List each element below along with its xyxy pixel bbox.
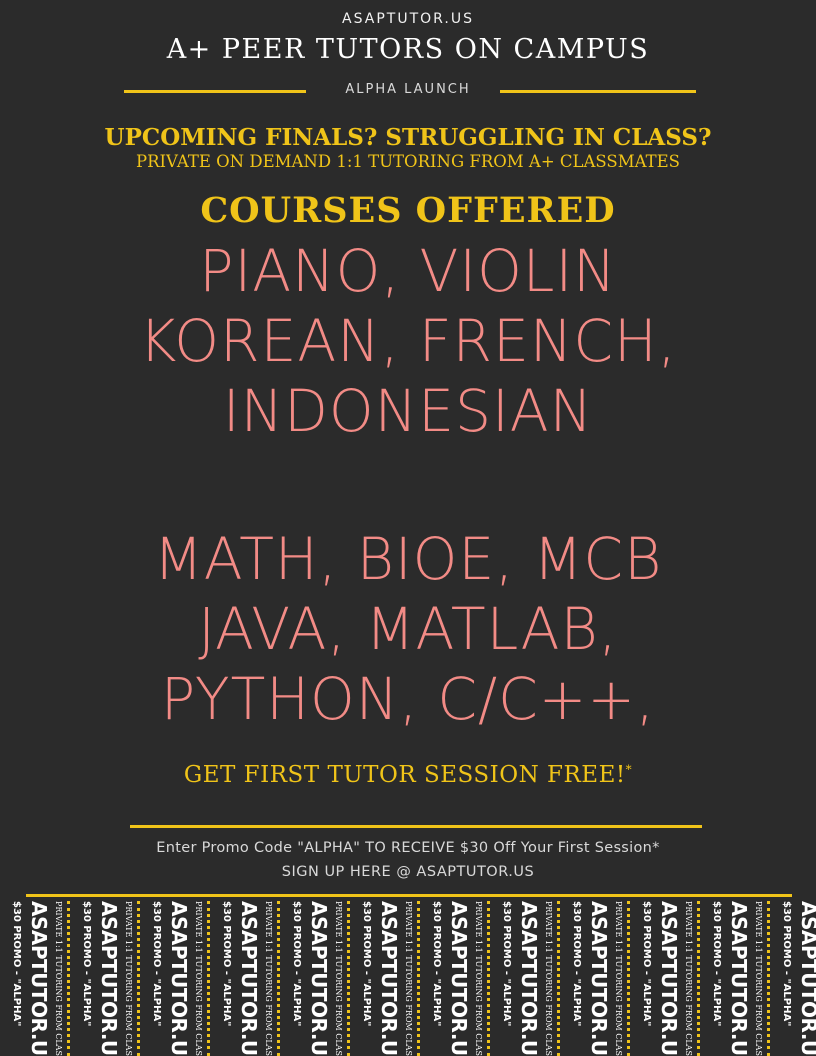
tear-off-tab[interactable]: PRIVATE 1:1 TUTORING FROM CLASSMATES ASA… [770,895,816,1056]
tab-promo: $30 PROMO - "ALPHA" [151,901,162,1027]
pitch-subline: PRIVATE ON DEMAND 1:1 TUTORING FROM A+ C… [135,152,680,171]
tear-off-tab[interactable]: PRIVATE 1:1 TUTORING FROM CLASSMATES ASA… [420,895,490,1056]
tab-tagline: PRIVATE 1:1 TUTORING FROM CLASSMATES [474,901,483,1056]
tear-off-tabs: PRIVATE 1:1 TUTORING FROM CLASSMATES ASA… [0,895,816,1056]
tear-off-tab[interactable]: PRIVATE 1:1 TUTORING FROM CLASSMATES ASA… [630,895,700,1056]
tab-text-group: PRIVATE 1:1 TUTORING FROM CLASSMATES ASA… [700,895,766,1056]
tab-promo: $30 PROMO - "ALPHA" [641,901,652,1027]
tab-promo: $30 PROMO - "ALPHA" [781,901,792,1027]
tab-site: ASAPTUTOR.US [377,901,401,1056]
tear-off-tab[interactable]: PRIVATE 1:1 TUTORING FROM CLASSMATES ASA… [700,895,770,1056]
tab-text-group: PRIVATE 1:1 TUTORING FROM CLASSMATES ASA… [490,895,556,1056]
tab-site: ASAPTUTOR.US [307,901,331,1056]
tear-off-tab[interactable]: PRIVATE 1:1 TUTORING FROM CLASSMATES ASA… [280,895,350,1056]
tab-tagline: PRIVATE 1:1 TUTORING FROM CLASSMATES [54,901,63,1056]
tab-site: ASAPTUTOR.US [657,901,681,1056]
tab-site: ASAPTUTOR.US [587,901,611,1056]
free-session-callout: GET FIRST TUTOR SESSION FREE!* [0,762,816,788]
tab-text-group: PRIVATE 1:1 TUTORING FROM CLASSMATES ASA… [420,895,486,1056]
tab-text-group: PRIVATE 1:1 TUTORING FROM CLASSMATES ASA… [280,895,346,1056]
tab-tagline: PRIVATE 1:1 TUTORING FROM CLASSMATES [614,901,623,1056]
title-rule-right [500,90,696,93]
course-line-languages-2: INDONESIAN [222,377,594,445]
course-line-sciences: MATH, BIOE, MCB [153,525,663,593]
tear-off-tab[interactable]: PRIVATE 1:1 TUTORING FROM CLASSMATES ASA… [140,895,210,1056]
tab-site: ASAPTUTOR.US [797,901,816,1056]
tab-tagline: PRIVATE 1:1 TUTORING FROM CLASSMATES [194,901,203,1056]
tab-tagline: PRIVATE 1:1 TUTORING FROM CLASSMATES [264,901,273,1056]
tab-tagline: PRIVATE 1:1 TUTORING FROM CLASSMATES [544,901,553,1056]
tab-text-group: PRIVATE 1:1 TUTORING FROM CLASSMATES ASA… [350,895,416,1056]
courses-heading: COURSES OFFERED [200,190,616,231]
tear-off-tab[interactable]: PRIVATE 1:1 TUTORING FROM CLASSMATES ASA… [350,895,420,1056]
tab-site: ASAPTUTOR.US [237,901,261,1056]
site-name: ASAPTUTOR.US [342,11,474,27]
tab-promo: $30 PROMO - "ALPHA" [501,901,512,1027]
tear-off-tab[interactable]: PRIVATE 1:1 TUTORING FROM CLASSMATES ASA… [560,895,630,1056]
tab-text-group: PRIVATE 1:1 TUTORING FROM CLASSMATES ASA… [70,895,136,1056]
asterisk-mark: * [625,762,633,777]
tab-tagline: PRIVATE 1:1 TUTORING FROM CLASSMATES [684,901,693,1056]
tab-site: ASAPTUTOR.US [97,901,121,1056]
promo-rule [130,825,702,828]
tab-site: ASAPTUTOR.US [447,901,471,1056]
tab-text-group: PRIVATE 1:1 TUTORING FROM CLASSMATES ASA… [630,895,696,1056]
tab-text-group: PRIVATE 1:1 TUTORING FROM CLASSMATES ASA… [560,895,626,1056]
tab-site: ASAPTUTOR.US [27,901,51,1056]
tab-promo: $30 PROMO - "ALPHA" [81,901,92,1027]
promo-code-text: Enter Promo Code "ALPHA" TO RECEIVE $30 … [156,840,660,856]
tab-promo: $30 PROMO - "ALPHA" [571,901,582,1027]
tab-text-group: PRIVATE 1:1 TUTORING FROM CLASSMATES ASA… [770,895,816,1056]
page-title: A+ PEER TUTORS ON CAMPUS [166,34,650,65]
tab-tagline: PRIVATE 1:1 TUTORING FROM CLASSMATES [334,901,343,1056]
tab-site: ASAPTUTOR.US [167,901,191,1056]
tab-text-group: PRIVATE 1:1 TUTORING FROM CLASSMATES ASA… [140,895,206,1056]
tab-promo: $30 PROMO - "ALPHA" [11,901,22,1027]
tab-promo: $30 PROMO - "ALPHA" [291,901,302,1027]
tab-tagline: PRIVATE 1:1 TUTORING FROM CLASSMATES [404,901,413,1056]
tab-promo: $30 PROMO - "ALPHA" [711,901,722,1027]
free-session-text: GET FIRST TUTOR SESSION FREE! [183,762,626,788]
tear-off-tab[interactable]: PRIVATE 1:1 TUTORING FROM CLASSMATES ASA… [0,895,70,1056]
tear-off-tab[interactable]: PRIVATE 1:1 TUTORING FROM CLASSMATES ASA… [70,895,140,1056]
tear-off-tab[interactable]: PRIVATE 1:1 TUTORING FROM CLASSMATES ASA… [490,895,560,1056]
tab-site: ASAPTUTOR.US [727,901,751,1056]
course-line-music: PIANO, VIOLIN [199,237,617,305]
pitch-headline: UPCOMING FINALS? STRUGGLING IN CLASS? [104,124,712,151]
tab-site: ASAPTUTOR.US [517,901,541,1056]
tab-text-group: PRIVATE 1:1 TUTORING FROM CLASSMATES ASA… [0,895,66,1056]
tab-text-group: PRIVATE 1:1 TUTORING FROM CLASSMATES ASA… [210,895,276,1056]
signup-text: SIGN UP HERE @ ASAPTUTOR.US [281,864,535,880]
course-line-programming: JAVA, MATLAB, [198,595,618,663]
tab-tagline: PRIVATE 1:1 TUTORING FROM CLASSMATES [124,901,133,1056]
course-line-languages: KOREAN, FRENCH, [139,307,677,375]
tear-off-tab[interactable]: PRIVATE 1:1 TUTORING FROM CLASSMATES ASA… [210,895,280,1056]
tab-promo: $30 PROMO - "ALPHA" [431,901,442,1027]
tab-tagline: PRIVATE 1:1 TUTORING FROM CLASSMATES [754,901,763,1056]
tab-promo: $30 PROMO - "ALPHA" [221,901,232,1027]
tab-promo: $30 PROMO - "ALPHA" [361,901,372,1027]
course-line-programming-2: PYTHON, C/C++, [160,665,656,733]
